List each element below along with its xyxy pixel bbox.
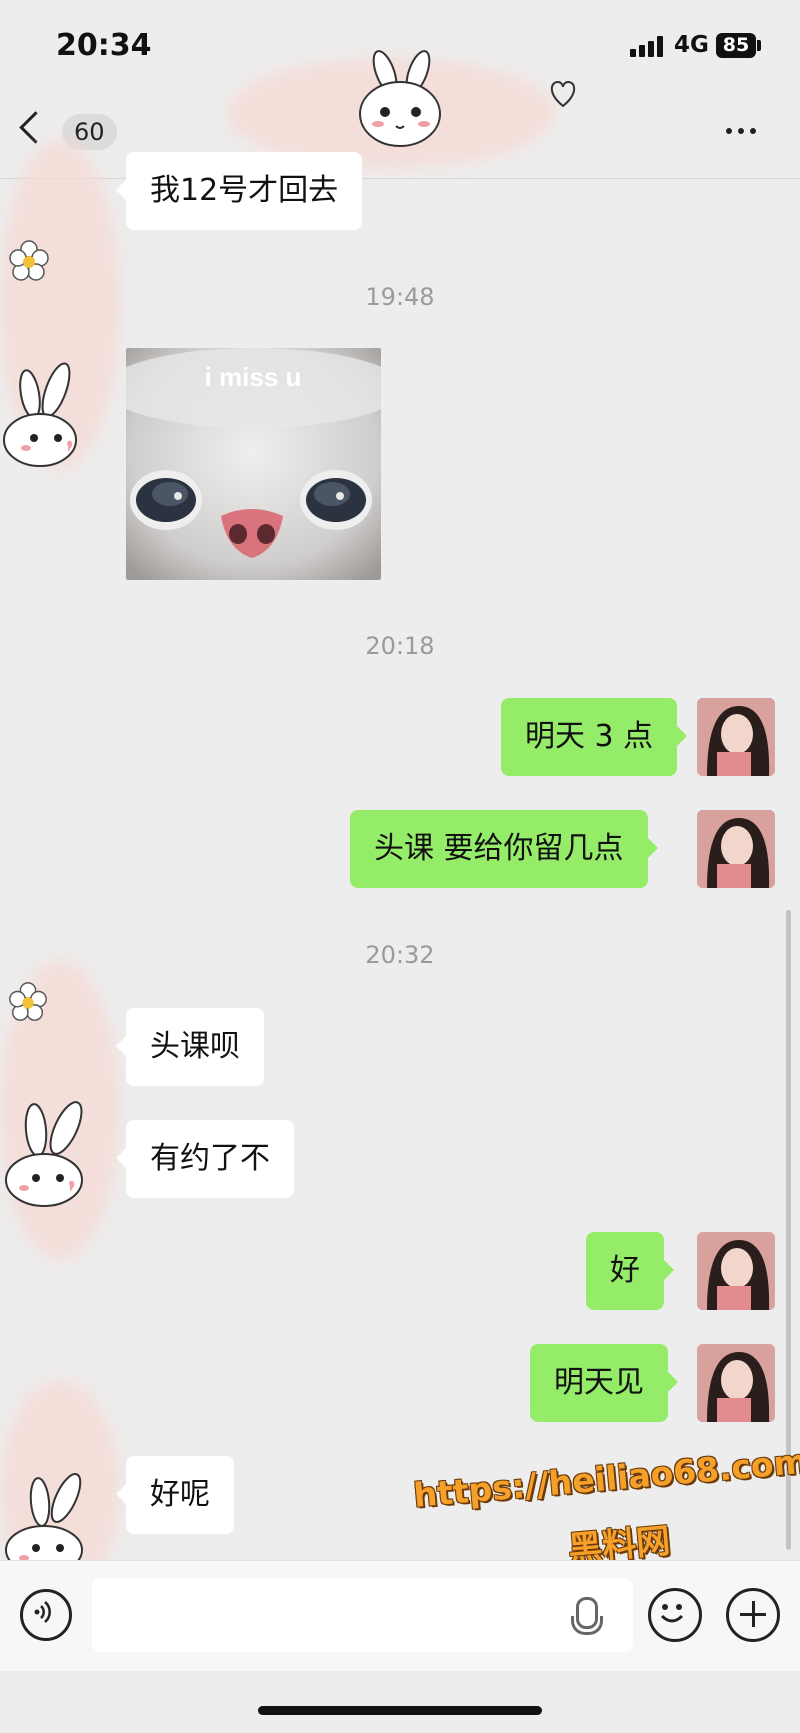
battery-tip	[757, 40, 761, 51]
message-input[interactable]	[92, 1578, 633, 1652]
my-avatar[interactable]	[697, 1344, 775, 1422]
contact-avatar-bunny-icon[interactable]	[0, 1100, 96, 1208]
message-text: 我12号才回去	[150, 173, 339, 208]
message-bubble-outgoing[interactable]: 头课 要给你留几点	[350, 810, 658, 888]
my-avatar[interactable]	[697, 1232, 775, 1310]
message-bubble-outgoing[interactable]: 明天 3 点	[501, 698, 688, 776]
message-bubble-outgoing[interactable]: 好	[586, 1232, 674, 1310]
message-text: 明天 3 点	[525, 719, 654, 754]
network-type: 4G	[674, 32, 709, 58]
flower-icon	[9, 982, 47, 1021]
my-avatar[interactable]	[697, 698, 775, 776]
home-indicator[interactable]	[258, 1706, 542, 1715]
contact-avatar-bunny-icon[interactable]	[0, 360, 96, 468]
bunny-sticker-icon	[359, 50, 441, 147]
message-bubble-outgoing[interactable]: 明天见	[530, 1344, 678, 1422]
voice-input-icon[interactable]	[20, 1589, 72, 1641]
message-text: 头课呗	[150, 1029, 240, 1064]
message-timestamp: 20:18	[365, 632, 435, 660]
watermark-url: https://heiliao68.com	[412, 1441, 800, 1515]
message-text: 头课 要给你留几点	[374, 831, 624, 866]
flower-icon	[9, 240, 49, 281]
emoji-icon[interactable]	[648, 1588, 702, 1642]
more-options-icon[interactable]	[726, 128, 756, 134]
message-timestamp: 20:32	[365, 941, 435, 969]
battery-icon: 85	[716, 33, 756, 58]
sticker-caption: i miss u	[205, 362, 302, 392]
back-icon[interactable]	[19, 111, 52, 144]
status-time: 20:34	[56, 28, 152, 63]
message-bubble-incoming[interactable]: 我12号才回去	[115, 152, 363, 230]
message-text: 有约了不	[150, 1141, 270, 1176]
message-bubble-incoming[interactable]: 头课呗	[116, 1008, 264, 1086]
message-bubble-incoming[interactable]: 好呢	[116, 1456, 234, 1534]
signal-icon	[630, 36, 663, 57]
message-text: 好	[610, 1253, 640, 1288]
header-divider	[0, 178, 800, 179]
message-timestamp: 19:48	[365, 283, 435, 311]
message-text: 明天见	[554, 1365, 644, 1400]
add-more-icon[interactable]	[726, 1588, 780, 1642]
message-text: 好呢	[150, 1477, 210, 1512]
my-avatar[interactable]	[697, 810, 775, 888]
cat-sticker-image[interactable]: i miss u	[126, 348, 381, 580]
heart-icon	[550, 80, 576, 108]
message-bubble-incoming[interactable]: 有约了不	[116, 1120, 294, 1198]
